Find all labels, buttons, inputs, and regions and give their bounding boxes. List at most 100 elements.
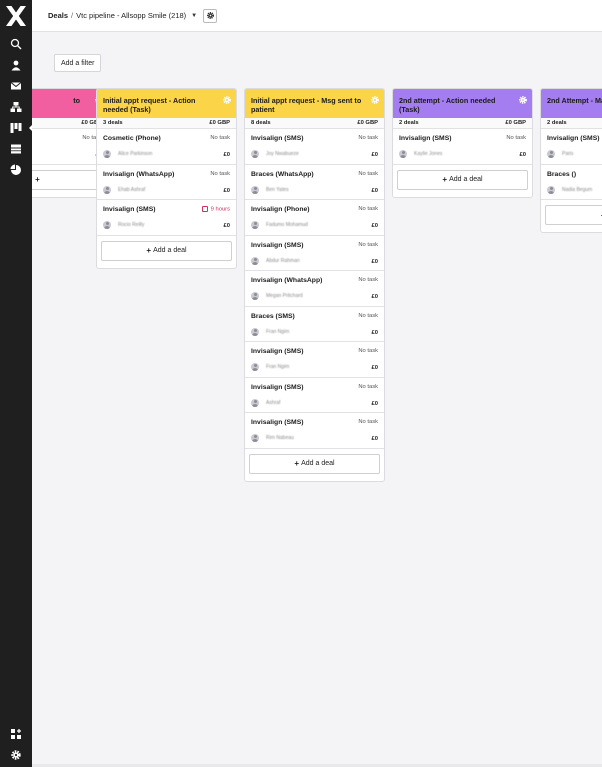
deal-card[interactable]: Invisalign (SMS) No task Ashraf £0 bbox=[245, 378, 384, 413]
settings-gear-icon[interactable] bbox=[9, 748, 23, 762]
stage-summary: 3 deals £0 GBP bbox=[97, 118, 236, 129]
pipeline-selector[interactable]: Vtc pipeline - Allsopp Smile (218) bbox=[76, 11, 186, 20]
contact-name: Fran Ngim bbox=[266, 364, 290, 370]
deal-contact[interactable]: Fadumo Mohamud bbox=[251, 221, 308, 229]
add-deal-button[interactable]: + Add a deal bbox=[101, 240, 232, 261]
pipeline-board: to £0 GBP No task £0 + Initial appt request -… bbox=[32, 88, 602, 767]
deal-contact[interactable]: Ehab Ashraf bbox=[103, 185, 145, 194]
plus-icon: + bbox=[146, 246, 152, 255]
deal-task-status[interactable]: No task bbox=[358, 277, 378, 283]
search-icon[interactable] bbox=[9, 37, 23, 51]
column-settings-gear-icon[interactable] bbox=[518, 95, 528, 105]
breadcrumb-deals-link[interactable]: Deals bbox=[48, 11, 68, 20]
deal-contact[interactable]: Megan Pritchard bbox=[251, 292, 303, 300]
deal-task-status[interactable]: No task bbox=[358, 313, 378, 319]
chevron-down-icon[interactable]: ▼ bbox=[191, 13, 197, 19]
deal-task-status[interactable]: 9 hours bbox=[201, 206, 230, 213]
avatar-icon bbox=[103, 150, 111, 158]
deal-contact[interactable]: Abdur Rahman bbox=[251, 256, 300, 265]
deal-card[interactable]: Invisalign (WhatsApp) No task Ehab Ashraf £… bbox=[97, 165, 236, 200]
deal-card[interactable]: Braces (WhatsApp) No task Ben Yates £0 bbox=[245, 165, 384, 200]
inbox-icon[interactable] bbox=[9, 79, 23, 93]
pipeline-board-icon[interactable] bbox=[9, 121, 23, 135]
deal-task-status[interactable]: No task bbox=[210, 171, 230, 177]
deal-card[interactable]: Invisalign (SMS) No task Fran Ngim £0 bbox=[245, 342, 384, 378]
deal-task-status[interactable]: No task bbox=[210, 135, 230, 141]
pipeline-stage-column: Initial appt request - Msg sent to patie… bbox=[244, 88, 385, 482]
pipeline-stage-column: 2nd attempt - Action needed (Task) 2 deal… bbox=[392, 88, 533, 198]
deal-card[interactable]: Braces (SMS) No task Fran Ngim £0 bbox=[245, 307, 384, 342]
stage-header: Initial appt request - Action needed (Ta… bbox=[97, 89, 236, 118]
deal-task-status[interactable]: No task bbox=[358, 419, 378, 425]
contact-name: Paris bbox=[562, 151, 574, 157]
stage-deal-count: 2 deals bbox=[547, 120, 567, 126]
contact-name: Ben Yates bbox=[266, 186, 289, 193]
deal-value: £0 bbox=[371, 294, 378, 300]
deal-card[interactable]: Invisalign (WhatsApp) No task Megan Pritch… bbox=[245, 271, 384, 307]
column-settings-gear-icon[interactable] bbox=[370, 95, 380, 105]
deal-value: £0 bbox=[371, 152, 378, 158]
deal-task-status[interactable]: No task bbox=[358, 135, 378, 141]
add-deal-button[interactable]: +Add bbox=[545, 205, 602, 225]
column-settings-gear-icon[interactable] bbox=[222, 95, 232, 105]
deal-task-status[interactable]: No task bbox=[358, 171, 378, 177]
pipeline-settings-button[interactable] bbox=[203, 8, 218, 23]
stage-deal-count: 8 deals bbox=[251, 120, 271, 126]
deal-contact[interactable]: Joy Nwabueze bbox=[251, 150, 299, 158]
apps-icon[interactable] bbox=[9, 727, 23, 741]
deal-contact[interactable]: Rocio Reilly bbox=[103, 221, 144, 229]
deal-task-status[interactable]: No task bbox=[358, 242, 378, 248]
deal-card[interactable]: Cosmetic (Phone) No task Alice Parkinson £0 bbox=[97, 129, 236, 165]
reports-pie-icon[interactable] bbox=[9, 163, 23, 177]
deal-card[interactable]: Invisalign (SMS) Paris bbox=[541, 129, 602, 165]
app-logo-icon[interactable] bbox=[4, 4, 28, 28]
avatar-icon bbox=[103, 185, 111, 194]
top-header: Deals / Vtc pipeline - Allsopp Smile (21… bbox=[32, 0, 602, 32]
avatar-icon bbox=[251, 185, 259, 194]
add-deal-button[interactable]: + Add a deal bbox=[249, 453, 380, 474]
deal-contact[interactable]: Ben Yates bbox=[251, 185, 289, 194]
contact-name: Abdur Rahman bbox=[266, 257, 300, 264]
deal-task-status[interactable]: No task bbox=[358, 384, 378, 390]
deal-contact[interactable]: Kaylie Jones bbox=[399, 150, 442, 158]
table-icon[interactable] bbox=[9, 142, 23, 156]
add-deal-button[interactable]: + Add a deal bbox=[397, 169, 528, 190]
deal-card[interactable]: Invisalign (SMS) 9 hours Rocio Reilly £0 bbox=[97, 200, 236, 236]
add-deal-button[interactable]: + bbox=[32, 169, 104, 190]
stage-total-value: £0 GBP bbox=[209, 120, 230, 126]
deal-contact[interactable]: Ashraf bbox=[251, 398, 280, 407]
deal-card[interactable]: Braces () Nadia Begum bbox=[541, 165, 602, 200]
deal-contact[interactable]: Paris bbox=[547, 150, 573, 158]
deal-contact[interactable]: Nadia Begum bbox=[547, 185, 592, 194]
deal-card[interactable]: Invisalign (SMS) No task Rim Nabeau £0 bbox=[245, 413, 384, 449]
deal-card[interactable]: Invisalign (SMS) No task Abdur Rahman £0 bbox=[245, 236, 384, 271]
stage-summary: 2 deals bbox=[541, 118, 602, 129]
contact-name: Rim Nabeau bbox=[266, 435, 294, 441]
deal-contact[interactable]: Alice Parkinson bbox=[103, 150, 152, 158]
deal-value: £0 bbox=[223, 152, 230, 158]
contacts-icon[interactable] bbox=[9, 58, 23, 72]
stage-deal-count: 2 deals bbox=[399, 120, 419, 126]
deal-contact[interactable]: Fran Ngim bbox=[251, 363, 289, 371]
deal-value: £0 bbox=[371, 223, 378, 229]
task-checkbox-icon[interactable] bbox=[201, 206, 208, 212]
deal-contact[interactable]: Fran Ngim bbox=[251, 327, 290, 336]
deal-card[interactable]: Invisalign (SMS) No task Joy Nwabueze £0 bbox=[245, 129, 384, 165]
deal-task-status[interactable]: No task bbox=[506, 135, 526, 141]
org-chart-icon[interactable] bbox=[9, 100, 23, 114]
deal-value: £0 bbox=[371, 187, 378, 194]
deal-card[interactable]: Invisalign (SMS) No task Kaylie Jones £0 bbox=[393, 129, 532, 165]
contact-name: Fran Ngim bbox=[266, 328, 290, 335]
deal-value: £0 bbox=[371, 436, 378, 442]
task-due-label: 9 hours bbox=[210, 206, 230, 213]
deal-task-status[interactable]: No task bbox=[358, 206, 378, 212]
avatar-icon bbox=[251, 150, 259, 158]
deal-value: £0 bbox=[223, 223, 230, 229]
add-filter-button[interactable]: Add a filter bbox=[54, 54, 102, 72]
deal-card[interactable]: Invisalign (Phone) No task Fadumo Mohamud £… bbox=[245, 200, 384, 236]
stage-header: 2nd attempt - Action needed (Task) bbox=[393, 89, 532, 118]
deal-value: £0 bbox=[223, 187, 230, 194]
sidebar bbox=[0, 0, 33, 767]
deal-contact[interactable]: Rim Nabeau bbox=[251, 434, 294, 442]
deal-task-status[interactable]: No task bbox=[358, 348, 378, 354]
